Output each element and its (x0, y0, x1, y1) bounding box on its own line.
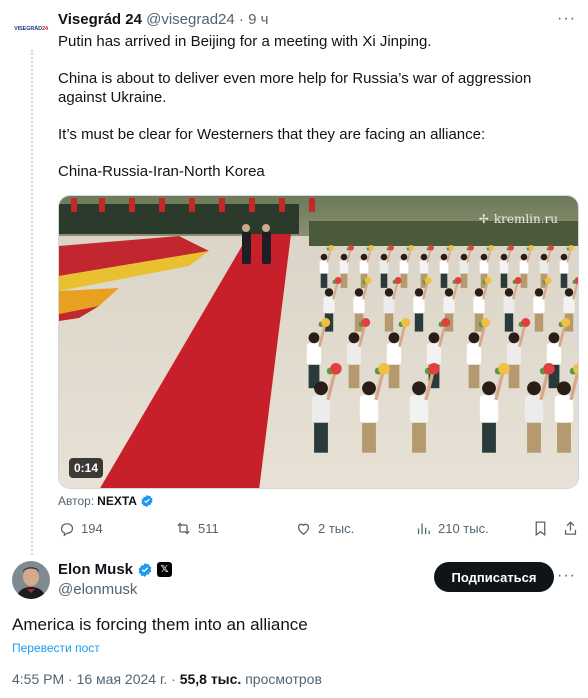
translate-post-link[interactable]: Перевести пост (12, 641, 100, 655)
video-player[interactable]: ✢ kremlin.ru 0:14 (58, 195, 579, 489)
reply-icon (60, 523, 74, 537)
main-author-name-row: Elon Musk 𝕏 (58, 561, 173, 578)
analytics-icon (417, 523, 430, 535)
tweet-meta: 4:55 PM · 16 мая 2024 г. · 55,8 тыс. про… (12, 671, 322, 687)
bookmark-icon (535, 521, 546, 537)
quoted-tweet-text: Putin has arrived in Beijing for a meeti… (58, 33, 578, 200)
main-author-name[interactable]: Elon Musk (58, 561, 133, 578)
quoted-paragraph: China-Russia-Iran-North Korea (58, 162, 265, 180)
heart-icon (297, 523, 310, 535)
views-count: 55,8 тыс. (179, 671, 242, 687)
visegrad-avatar[interactable]: VISEGRÁD24 (11, 14, 51, 44)
share-button[interactable] (562, 520, 579, 537)
share-icon (564, 521, 577, 535)
video-duration: 0:14 (69, 458, 104, 478)
thread-line (31, 50, 33, 555)
quoted-header: Visegrád 24 @visegrad24 · 9 ч (58, 11, 268, 29)
verified-badge-icon (138, 562, 152, 577)
more-options-icon[interactable]: ··· (557, 567, 576, 585)
reply-button[interactable]: 194 (58, 520, 103, 537)
quoted-timestamp[interactable]: 9 ч (248, 11, 268, 28)
x-affiliation-icon[interactable]: 𝕏 (157, 562, 173, 577)
quoted-action-bar: 194 511 2 тыс. 210 тыс. (58, 520, 584, 540)
emblem-icon: ✢ (478, 212, 489, 226)
video-frame (59, 196, 578, 488)
tweet-timestamp[interactable]: 4:55 PM · 16 мая 2024 г. · (12, 671, 176, 687)
media-author: Автор: NEXTA (58, 494, 154, 508)
kremlin-watermark: ✢ kremlin.ru (478, 212, 558, 226)
elon-musk-avatar[interactable] (12, 561, 50, 599)
repost-button[interactable]: 511 (175, 520, 219, 537)
more-options-icon[interactable]: ··· (557, 10, 576, 28)
like-button[interactable]: 2 тыс. (295, 520, 354, 537)
separator-dot: · (238, 11, 244, 28)
main-tweet-text: America is forcing them into an alliance (12, 615, 308, 634)
quoted-paragraph: It’s must be clear for Westerners that t… (58, 125, 486, 143)
views-label: просмотров (245, 671, 322, 687)
quoted-author-handle[interactable]: @visegrad24 (146, 11, 235, 28)
bookmark-button[interactable] (532, 520, 549, 537)
main-author-handle[interactable]: @elonmusk (58, 581, 137, 598)
quoted-paragraph: China is about to deliver even more help… (58, 70, 532, 106)
views-button[interactable]: 210 тыс. (415, 520, 489, 537)
repost-icon (177, 522, 190, 535)
quoted-paragraph: Putin has arrived in Beijing for a meeti… (58, 33, 432, 50)
follow-button[interactable]: Подписаться (434, 562, 554, 592)
quoted-author-name[interactable]: Visegrád 24 (58, 11, 142, 28)
author-label: Автор: (58, 494, 95, 508)
author-source-link[interactable]: NEXTA (97, 494, 137, 508)
verified-badge-icon (141, 494, 153, 508)
